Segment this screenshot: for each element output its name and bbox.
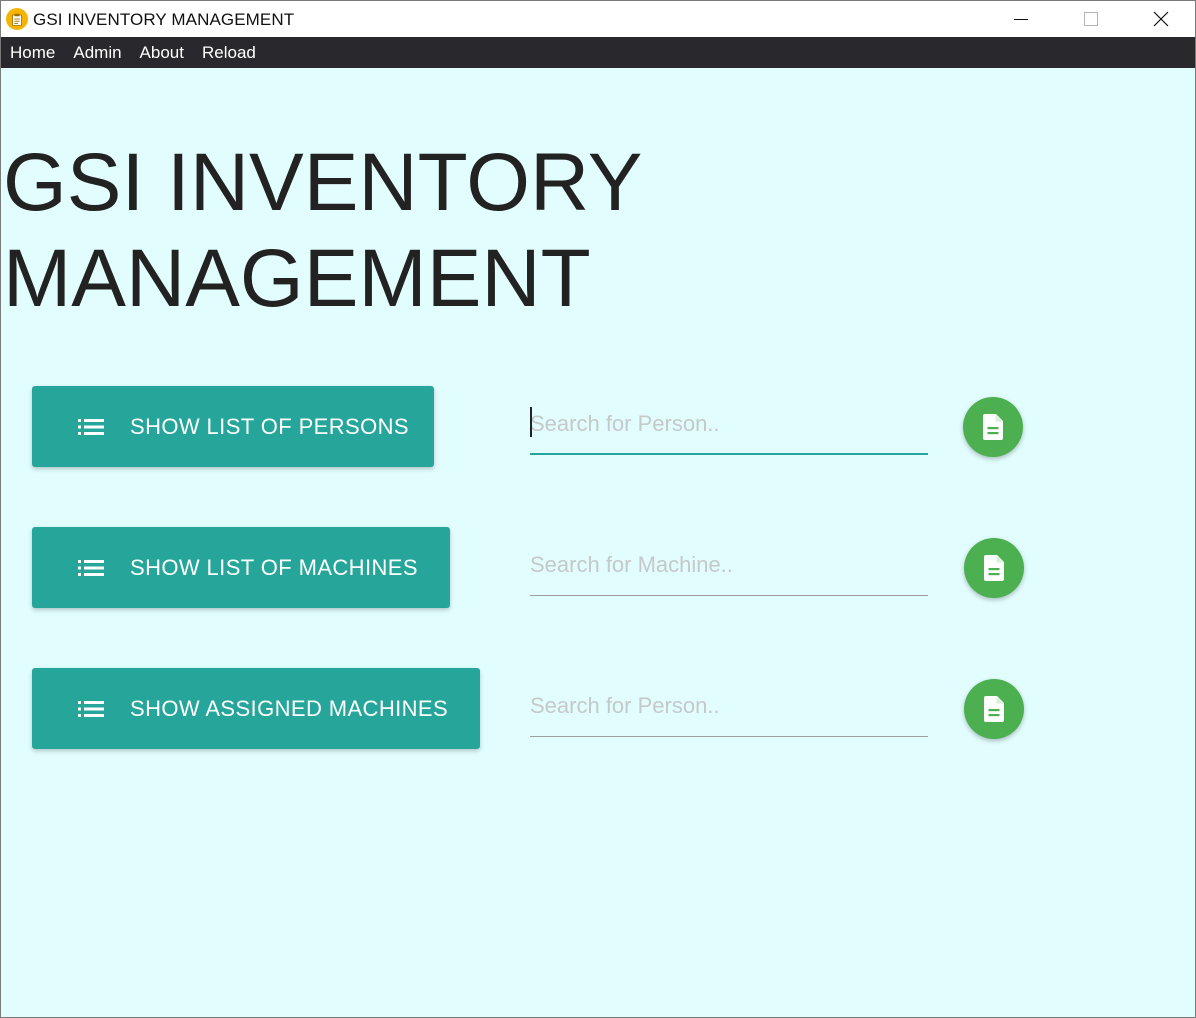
window-title: GSI INVENTORY MANAGEMENT: [33, 10, 295, 29]
maximize-button[interactable]: [1056, 1, 1126, 37]
assigned-document-button[interactable]: [964, 679, 1024, 739]
list-icon: [78, 418, 104, 435]
show-assigned-machines-label: SHOW ASSIGNED MACHINES: [130, 695, 449, 721]
show-list-of-machines-button[interactable]: SHOW LIST OF MACHINES: [32, 527, 450, 608]
menu-item-about[interactable]: About: [131, 37, 193, 68]
page-title-line-2: MANAGEMENT: [3, 233, 591, 324]
search-machine-underline: [530, 595, 928, 596]
document-icon: [984, 555, 1004, 581]
show-list-of-persons-label: SHOW LIST OF PERSONS: [130, 413, 409, 439]
minimize-icon: [1014, 19, 1028, 20]
machine-document-button[interactable]: [964, 538, 1024, 598]
page-title-line-1: GSI INVENTORY: [3, 137, 643, 228]
search-assigned-person-input[interactable]: [530, 686, 928, 726]
menu-item-reload[interactable]: Reload: [193, 37, 265, 68]
app-clipboard-icon: [6, 8, 28, 30]
menu-bar: Home Admin About Reload: [1, 37, 1195, 68]
close-icon: [1153, 11, 1169, 27]
show-assigned-machines-button[interactable]: SHOW ASSIGNED MACHINES: [32, 668, 480, 749]
document-icon: [983, 414, 1003, 440]
menu-item-admin[interactable]: Admin: [64, 37, 130, 68]
search-assigned-person-underline: [530, 736, 928, 737]
document-icon: [984, 696, 1004, 722]
search-machine-input[interactable]: [530, 545, 928, 585]
minimize-button[interactable]: [986, 1, 1056, 37]
menu-item-home[interactable]: Home: [1, 37, 64, 68]
app-window: GSI INVENTORY MANAGEMENT Home Admin Abou…: [0, 0, 1196, 1018]
close-button[interactable]: [1126, 1, 1196, 37]
maximize-icon: [1084, 12, 1098, 26]
text-caret: [530, 407, 532, 437]
list-icon: [78, 559, 104, 576]
search-person-input[interactable]: [530, 404, 928, 444]
show-list-of-persons-button[interactable]: SHOW LIST OF PERSONS: [32, 386, 434, 467]
person-document-button[interactable]: [963, 397, 1023, 457]
page-title: GSI INVENTORY MANAGEMENT: [3, 135, 703, 327]
title-bar[interactable]: GSI INVENTORY MANAGEMENT: [1, 1, 1195, 37]
show-list-of-machines-label: SHOW LIST OF MACHINES: [130, 554, 418, 580]
list-icon: [78, 700, 104, 717]
search-person-underline: [530, 453, 928, 455]
